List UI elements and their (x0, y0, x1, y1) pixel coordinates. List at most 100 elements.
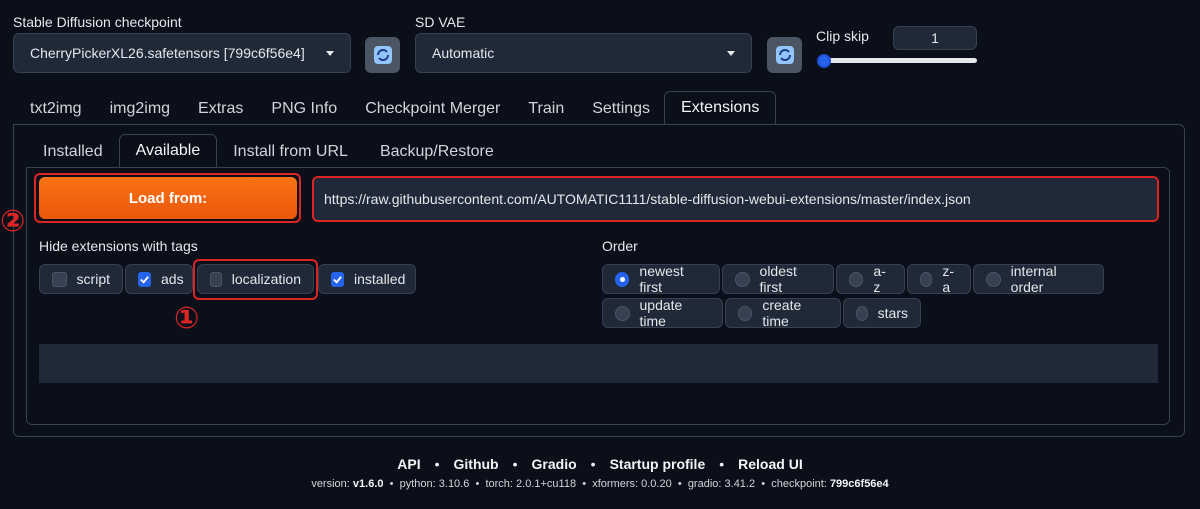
load-from-button[interactable]: Load from: (39, 177, 297, 219)
gradio-label: gradio: (687, 478, 722, 490)
hide-tags-label: Hide extensions with tags (39, 238, 198, 254)
refresh-vae-button[interactable] (767, 37, 802, 73)
radio-a-z[interactable] (849, 271, 864, 287)
tag-ads[interactable]: ads (125, 264, 193, 294)
footer-sep: • (719, 456, 725, 472)
subtab-backup-restore[interactable]: Backup/Restore (364, 136, 510, 168)
main-tabs: txt2img img2img Extras PNG Info Checkpoi… (16, 91, 777, 125)
order-internal-order[interactable]: internal order (973, 263, 1104, 295)
tag-installed[interactable]: installed (318, 264, 416, 294)
tab-img2img[interactable]: img2img (96, 93, 184, 125)
check-icon (140, 275, 149, 284)
order-stars-label: stars (877, 305, 908, 321)
order-update-time[interactable]: update time (602, 297, 723, 329)
checkpoint-hash-label: checkpoint: (771, 478, 827, 490)
radio-update-time[interactable] (615, 305, 630, 321)
python-value: 3.10.6 (438, 478, 470, 490)
clip-skip-input[interactable]: 1 (893, 26, 977, 50)
checkpoint-label: Stable Diffusion checkpoint (13, 14, 182, 30)
version-value: v1.6.0 (352, 478, 384, 490)
annotation-two: ② (0, 205, 26, 238)
order-update-time-label: update time (639, 297, 683, 329)
footer-link-reload-ui[interactable]: Reload UI (738, 456, 803, 472)
tag-installed-label: installed (354, 271, 406, 287)
radio-oldest-first[interactable] (735, 271, 750, 287)
tab-checkpoint-merger[interactable]: Checkpoint Merger (351, 93, 514, 125)
footer-sep: • (389, 478, 394, 490)
order-stars[interactable]: stars (843, 298, 921, 328)
refresh-icon (775, 46, 794, 64)
order-z-a-label: z-a (942, 263, 955, 295)
refresh-icon (373, 46, 392, 64)
footer-sep: • (590, 456, 596, 472)
checkpoint-dropdown[interactable]: CherryPickerXL26.safetensors [799c6f56e4… (13, 33, 351, 73)
radio-newest-first[interactable] (615, 271, 630, 287)
order-newest-first-label: newest first (639, 263, 684, 295)
footer-sep: • (475, 478, 480, 490)
order-newest-first[interactable]: newest first (602, 263, 720, 295)
order-oldest-first-label: oldest first (759, 263, 797, 295)
torch-label: torch: (485, 478, 513, 490)
python-label: python: (399, 478, 436, 490)
footer-version-info: version: v1.6.0 • python: 3.10.6 • torch… (0, 478, 1200, 490)
footer-sep: • (761, 478, 766, 490)
radio-z-a[interactable] (920, 271, 933, 287)
footer-links: API • Github • Gradio • Startup profile … (0, 456, 1200, 472)
extensions-list-area (39, 344, 1158, 383)
footer-link-github[interactable]: Github (454, 456, 499, 472)
torch-value: 2.0.1+cu118 (516, 478, 577, 490)
footer-sep: • (677, 478, 682, 490)
checkbox-script[interactable] (52, 271, 67, 287)
chevron-down-icon (326, 50, 334, 56)
order-create-time[interactable]: create time (725, 297, 841, 329)
extension-subtabs: Installed Available Install from URL Bac… (27, 134, 510, 168)
chevron-down-icon (727, 50, 735, 56)
gradio-value: 3.41.2 (724, 478, 756, 490)
subtab-available[interactable]: Available (118, 134, 218, 168)
xformers-value: 0.0.20 (641, 478, 672, 490)
checkbox-installed[interactable] (331, 271, 344, 287)
footer-sep: • (512, 456, 518, 472)
vae-label: SD VAE (415, 14, 466, 30)
clip-skip-slider-thumb[interactable] (817, 54, 831, 68)
order-internal-order-label: internal order (1010, 263, 1057, 295)
order-create-time-label: create time (762, 297, 802, 329)
order-z-a[interactable]: z-a (907, 263, 971, 295)
footer-link-api[interactable]: API (397, 456, 420, 472)
tag-localization[interactable]: localization (197, 264, 314, 294)
checkbox-ads[interactable] (138, 271, 151, 287)
order-a-z[interactable]: a-z (836, 263, 905, 295)
tab-train[interactable]: Train (514, 93, 578, 125)
checkpoint-value: CherryPickerXL26.safetensors [799c6f56e4… (30, 45, 305, 61)
radio-stars[interactable] (856, 305, 868, 321)
order-label: Order (602, 238, 638, 254)
order-oldest-first[interactable]: oldest first (722, 263, 834, 295)
tag-localization-label: localization (231, 271, 301, 287)
subtab-install-from-url[interactable]: Install from URL (217, 136, 364, 168)
footer-sep: • (582, 478, 587, 490)
annotation-one: ① (174, 302, 200, 335)
subtab-installed[interactable]: Installed (27, 136, 119, 168)
footer-link-gradio[interactable]: Gradio (532, 456, 577, 472)
radio-internal-order[interactable] (986, 271, 1001, 287)
tab-settings[interactable]: Settings (578, 93, 664, 125)
clip-skip-label: Clip skip (816, 28, 869, 44)
checkpoint-hash-value: 799c6f56e4 (829, 478, 889, 490)
radio-create-time[interactable] (738, 305, 753, 321)
tag-ads-label: ads (161, 271, 184, 287)
check-icon (333, 275, 342, 284)
vae-dropdown[interactable]: Automatic (415, 33, 752, 73)
index-url-input[interactable]: https://raw.githubusercontent.com/AUTOMA… (314, 178, 1157, 220)
tag-script[interactable]: script (39, 264, 123, 294)
tab-txt2img[interactable]: txt2img (16, 93, 96, 125)
version-label: version: (311, 478, 350, 490)
tab-png-info[interactable]: PNG Info (257, 93, 351, 125)
vae-value: Automatic (432, 45, 495, 61)
tab-extensions[interactable]: Extensions (664, 91, 777, 125)
tab-extras[interactable]: Extras (184, 93, 257, 125)
refresh-checkpoint-button[interactable] (365, 37, 400, 73)
footer-sep: • (434, 456, 440, 472)
clip-skip-slider[interactable] (818, 58, 977, 63)
checkbox-localization[interactable] (210, 271, 222, 287)
footer-link-startup-profile[interactable]: Startup profile (610, 456, 706, 472)
